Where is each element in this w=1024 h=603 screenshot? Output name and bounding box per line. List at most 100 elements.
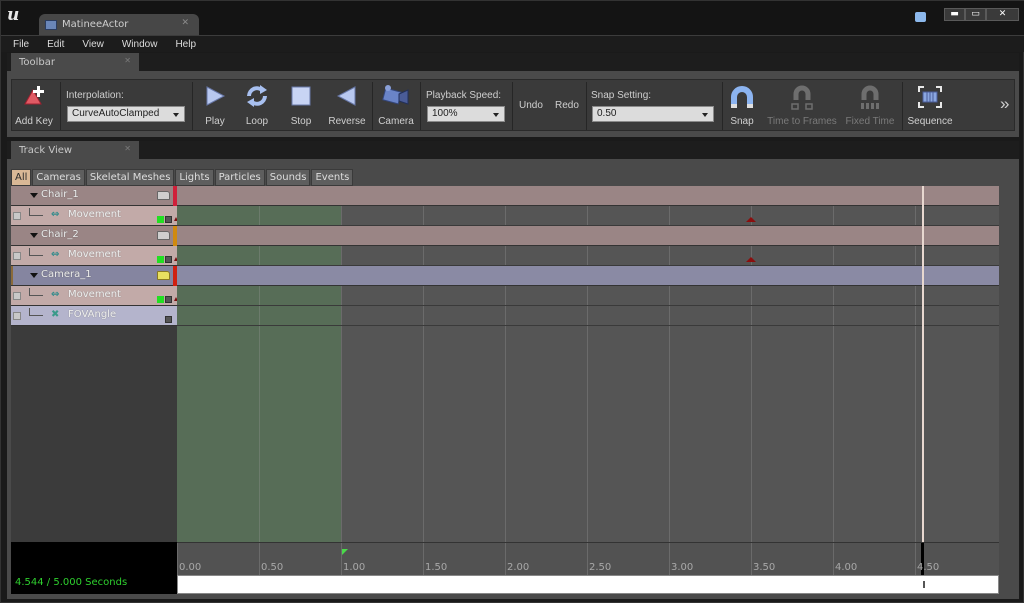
close-toolbar-panel-icon[interactable]: ✕ bbox=[124, 56, 131, 65]
document-tab[interactable]: MatineeActor ✕ bbox=[39, 14, 199, 35]
trackview-panel-tab[interactable]: Track View ✕ bbox=[11, 141, 139, 159]
matinee-window: u MatineeActor ✕ ▬ ▭ ✕ File Edit View Wi… bbox=[0, 0, 1024, 603]
toolbar-panel-tab[interactable]: Toolbar ✕ bbox=[11, 53, 139, 71]
folder-icon[interactable] bbox=[157, 191, 170, 200]
ruler-tick bbox=[259, 543, 260, 576]
timeline-row-camera-1[interactable] bbox=[177, 266, 999, 286]
interpolation-dropdown[interactable]: CurveAutoClamped bbox=[67, 106, 185, 122]
filter-tab-particles[interactable]: Particles bbox=[214, 169, 265, 186]
graph-toggle-icon[interactable] bbox=[165, 296, 172, 303]
playhead-line[interactable] bbox=[922, 186, 925, 542]
track-row-chair-1-movement[interactable]: ⇔ Movement bbox=[11, 206, 178, 226]
stop-button[interactable]: Stop bbox=[284, 80, 318, 132]
loop-button[interactable]: Loop bbox=[240, 80, 274, 132]
filter-tab-events[interactable]: Events bbox=[311, 169, 354, 186]
close-trackview-panel-icon[interactable]: ✕ bbox=[124, 144, 131, 153]
menu-edit[interactable]: Edit bbox=[47, 39, 64, 50]
group-row-camera-1[interactable]: Camera_1 bbox=[11, 266, 177, 286]
track-tree: Chair_1 ⇔ Movement Chair_2 ⇔ Movement Ca… bbox=[11, 186, 178, 542]
menu-help[interactable]: Help bbox=[175, 39, 196, 50]
collapse-triangle-icon[interactable] bbox=[30, 193, 38, 198]
keyframe-marker[interactable] bbox=[746, 217, 756, 222]
timeline-row-chair-2-movement[interactable] bbox=[177, 246, 999, 266]
timeline-row-camera-1-movement[interactable] bbox=[177, 286, 999, 306]
keyframe-marker[interactable] bbox=[746, 257, 756, 262]
timeline-row-chair-1-movement[interactable] bbox=[177, 206, 999, 226]
close-window-button[interactable]: ✕ bbox=[986, 7, 1019, 21]
group-row-chair-2[interactable]: Chair_2 bbox=[11, 226, 177, 246]
add-key-button[interactable]: Add Key bbox=[14, 80, 54, 132]
time-ruler[interactable]: 0.00 0.50 1.00 1.50 2.00 2.50 3.00 3.50 4.00 4.50 bbox=[177, 542, 999, 576]
playback-speed-dropdown[interactable]: 100% bbox=[427, 106, 505, 122]
toolbar-separator bbox=[722, 82, 723, 130]
ruler-tick-label: 3.50 bbox=[753, 562, 776, 573]
sequence-button[interactable]: Sequence bbox=[904, 80, 956, 132]
play-icon bbox=[206, 86, 226, 106]
folder-open-icon[interactable] bbox=[157, 271, 170, 280]
ruler-tick-label: 0.00 bbox=[179, 562, 202, 573]
track-enable-checkbox[interactable] bbox=[13, 292, 21, 300]
collapse-triangle-icon[interactable] bbox=[30, 233, 38, 238]
menu-file[interactable]: File bbox=[13, 39, 29, 50]
snap-setting-dropdown[interactable]: 0.50 bbox=[592, 106, 714, 122]
graph-toggle-icon[interactable] bbox=[165, 316, 172, 323]
group-row-chair-1[interactable]: Chair_1 bbox=[11, 186, 177, 206]
maximize-button[interactable]: ▭ bbox=[965, 7, 986, 21]
filter-tab-all[interactable]: All bbox=[11, 169, 32, 186]
time-to-frames-button[interactable]: Time to Frames bbox=[766, 80, 838, 132]
document-tab-label: MatineeActor bbox=[62, 19, 129, 30]
ruler-tick-label: 2.50 bbox=[589, 562, 612, 573]
toolbar-separator bbox=[902, 82, 903, 130]
track-row-camera-1-movement[interactable]: ⇔ Movement bbox=[11, 286, 178, 306]
ruler-tick bbox=[177, 543, 178, 576]
menu-view[interactable]: View bbox=[82, 39, 104, 50]
close-tab-icon[interactable]: ✕ bbox=[181, 18, 189, 28]
redo-button[interactable]: Redo bbox=[555, 100, 579, 111]
track-name: Movement bbox=[68, 289, 121, 300]
toolbar-content: Add Key Interpolation: CurveAutoClamped … bbox=[11, 79, 1015, 131]
timeline-row-chair-2[interactable] bbox=[177, 226, 999, 246]
filter-tab-lights[interactable]: Lights bbox=[175, 169, 214, 186]
track-name: Movement bbox=[68, 249, 121, 260]
track-row-camera-1-fov[interactable]: ✖ FOVAngle bbox=[11, 306, 177, 326]
curve-toggle-icon[interactable] bbox=[157, 216, 164, 223]
timeline-scrub-bar[interactable] bbox=[177, 575, 999, 594]
filter-tab-cameras[interactable]: Cameras bbox=[32, 169, 85, 186]
track-enable-checkbox[interactable] bbox=[13, 312, 21, 320]
timeline-row-chair-1[interactable] bbox=[177, 186, 999, 206]
undo-button[interactable]: Undo bbox=[519, 100, 543, 111]
graph-toggle-icon[interactable] bbox=[165, 216, 172, 223]
time-to-frames-icon bbox=[791, 85, 813, 110]
graph-toggle-icon[interactable] bbox=[165, 256, 172, 263]
play-button[interactable]: Play bbox=[198, 80, 232, 132]
filter-tab-sounds[interactable]: Sounds bbox=[265, 169, 311, 186]
toolbar-separator bbox=[420, 82, 421, 130]
toolbar-separator bbox=[586, 82, 587, 130]
ruler-tick bbox=[833, 543, 834, 576]
collapse-triangle-icon[interactable] bbox=[30, 273, 38, 278]
filter-tab-skeletal-meshes[interactable]: Skeletal Meshes bbox=[85, 169, 175, 186]
folder-icon[interactable] bbox=[157, 231, 170, 240]
window-controls: ▬ ▭ ✕ bbox=[915, 6, 1019, 22]
track-enable-checkbox[interactable] bbox=[13, 212, 21, 220]
track-timeline-area[interactable] bbox=[177, 186, 999, 542]
movement-icon: ⇔ bbox=[51, 249, 60, 260]
stop-icon bbox=[291, 86, 311, 106]
track-row-chair-2-movement[interactable]: ⇔ Movement bbox=[11, 246, 178, 266]
reverse-button[interactable]: Reverse bbox=[326, 80, 368, 132]
chevron-down-icon bbox=[493, 113, 499, 117]
camera-button[interactable]: Camera bbox=[376, 80, 416, 132]
timeline-row-camera-1-fov[interactable] bbox=[177, 306, 999, 326]
group-name: Camera_1 bbox=[41, 269, 92, 280]
track-enable-checkbox[interactable] bbox=[13, 252, 21, 260]
curve-toggle-icon[interactable] bbox=[157, 256, 164, 263]
loop-end-flag-icon[interactable] bbox=[342, 549, 348, 555]
snap-toggle-button[interactable]: Snap bbox=[724, 80, 760, 132]
menu-window[interactable]: Window bbox=[122, 39, 158, 50]
feedback-icon[interactable] bbox=[915, 12, 926, 22]
minimize-button[interactable]: ▬ bbox=[944, 7, 965, 21]
fixed-time-button[interactable]: Fixed Time bbox=[842, 80, 898, 132]
scrub-position-marker[interactable] bbox=[923, 581, 926, 588]
toolbar-overflow-button[interactable]: » bbox=[1000, 94, 1009, 114]
curve-toggle-icon[interactable] bbox=[157, 296, 164, 303]
